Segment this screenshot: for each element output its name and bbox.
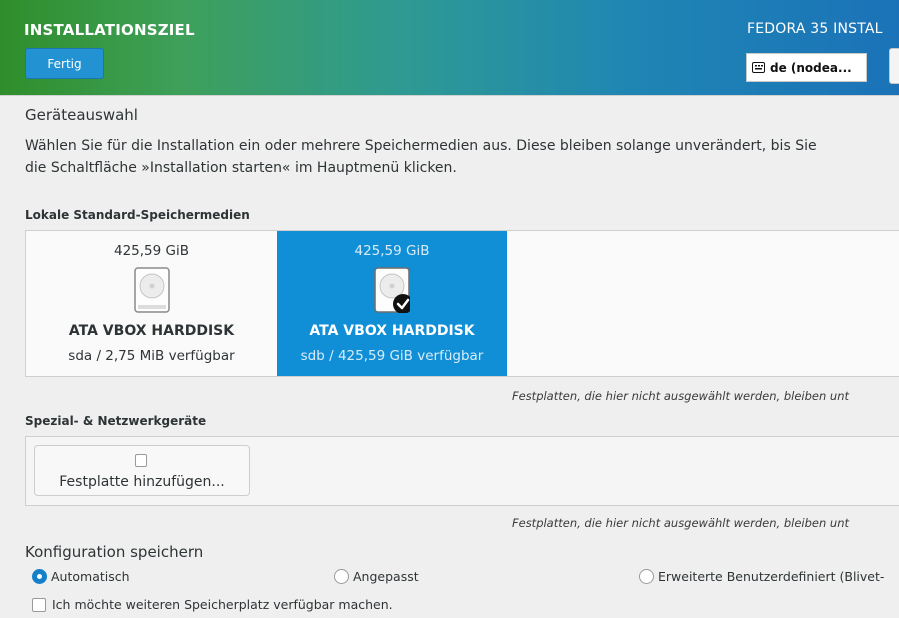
- radio-label: Automatisch: [51, 569, 130, 584]
- instruction-line-1: Wählen Sie für die Installation ein oder…: [25, 138, 817, 154]
- radio-advanced-custom[interactable]: Erweiterte Benutzerdefiniert (Blivet-: [639, 569, 884, 584]
- spoke-title: INSTALLATIONSZIEL: [24, 21, 195, 39]
- disk-size: 425,59 GiB: [113, 243, 189, 259]
- disk-sdb[interactable]: 425,59 GiB ATA VBOX HARDDISK sdb / 425,5…: [277, 231, 507, 376]
- harddisk-icon: [133, 267, 170, 313]
- radio-unselected-icon: [334, 569, 349, 584]
- special-disks-panel: Festplatte hinzufügen...: [25, 436, 899, 506]
- special-disks-note: Festplatten, die hier nicht ausgewählt w…: [512, 516, 850, 530]
- radio-selected-icon: [32, 569, 47, 584]
- product-title: FEDORA 35 INSTAL: [747, 21, 883, 37]
- keyboard-icon: [752, 62, 765, 73]
- radio-custom[interactable]: Angepasst: [334, 569, 419, 584]
- device-selection-instructions: Wählen Sie für die Installation ein oder…: [25, 135, 899, 179]
- radio-automatic[interactable]: Automatisch: [32, 569, 130, 584]
- harddisk-selected-icon: [374, 267, 410, 313]
- checkbox-unchecked-icon: [32, 597, 46, 612]
- radio-unselected-icon: [639, 569, 654, 584]
- storage-config-heading: Konfiguration speichern: [25, 543, 204, 561]
- keyboard-layout-label: de (nodea...: [770, 60, 852, 75]
- add-disk-label: Festplatte hinzufügen...: [59, 474, 225, 490]
- header-bar: INSTALLATIONSZIEL Fertig FEDORA 35 INSTA…: [0, 0, 899, 96]
- local-disks-note: Festplatten, die hier nicht ausgewählt w…: [512, 389, 850, 403]
- local-disks-label: Lokale Standard-Speichermedien: [25, 208, 250, 222]
- reclaim-space-checkbox[interactable]: Ich möchte weiteren Speicherplatz verfüg…: [32, 597, 393, 612]
- add-disk-button[interactable]: Festplatte hinzufügen...: [34, 445, 250, 496]
- help-button[interactable]: [889, 48, 899, 84]
- disk-sda[interactable]: 425,59 GiB ATA VBOX HARDDISK sda / 2,75 …: [26, 231, 277, 376]
- instruction-line-2: die Schaltfläche »Installation starten« …: [25, 160, 457, 176]
- disk-name: ATA VBOX HARDDISK: [68, 323, 235, 339]
- disk-name: ATA VBOX HARDDISK: [309, 323, 475, 339]
- local-disks-panel: 425,59 GiB ATA VBOX HARDDISK sda / 2,75 …: [25, 230, 899, 377]
- disk-size: 425,59 GiB: [354, 243, 430, 259]
- keyboard-layout-indicator[interactable]: de (nodea...: [746, 53, 867, 82]
- disk-free-space: sdb / 425,59 GiB verfügbar: [300, 348, 484, 364]
- radio-label: Angepasst: [353, 569, 419, 584]
- radio-label: Erweiterte Benutzerdefiniert (Blivet-: [658, 569, 885, 584]
- disk-icon: [135, 454, 147, 467]
- device-selection-heading: Geräteauswahl: [25, 106, 138, 124]
- special-disks-label: Spezial- & Netzwerkgeräte: [25, 414, 207, 428]
- checkbox-label: Ich möchte weiteren Speicherplatz verfüg…: [52, 597, 393, 612]
- disk-free-space: sda / 2,75 MiB verfügbar: [68, 348, 235, 364]
- done-button[interactable]: Fertig: [25, 48, 104, 79]
